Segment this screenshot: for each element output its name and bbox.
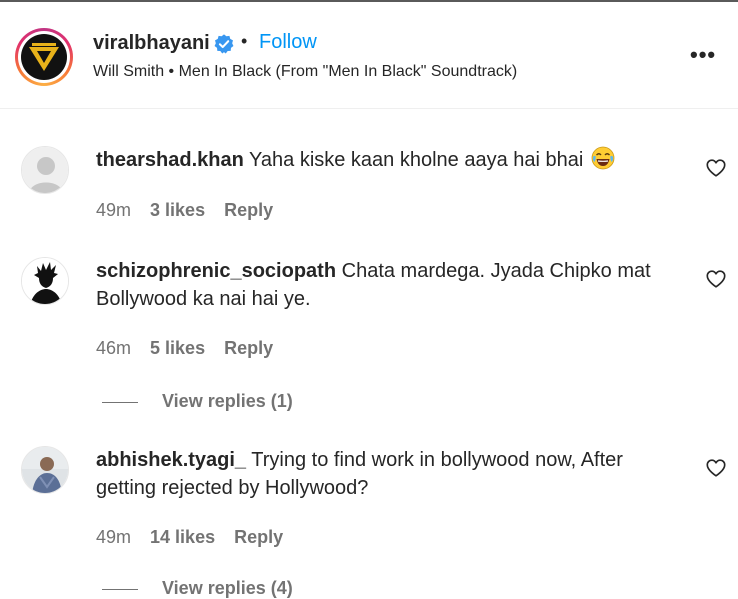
- comment-username[interactable]: thearshad.khan: [96, 149, 244, 171]
- commenter-avatar[interactable]: [21, 146, 69, 194]
- comment-meta: 49m 14 likes Reply: [96, 527, 297, 548]
- commenter-avatar[interactable]: [21, 257, 69, 305]
- comment-time: 49m: [96, 527, 132, 547]
- comment-body: Yaha kiske kaan kholne aaya hai bhai: [249, 149, 584, 171]
- comment-likes[interactable]: 3 likes: [150, 200, 205, 220]
- comment-meta: 46m 5 likes Reply: [96, 338, 287, 359]
- audio-attribution[interactable]: Will Smith • Men In Black (From "Men In …: [93, 63, 517, 81]
- like-heart-icon[interactable]: [705, 268, 727, 290]
- more-options-icon[interactable]: •••: [690, 42, 716, 68]
- view-replies-label: View replies (1): [162, 391, 293, 411]
- follow-button[interactable]: Follow: [259, 31, 317, 54]
- comment-text: thearshad.khan Yaha kiske kaan kholne aa…: [96, 146, 686, 174]
- separator-dot: •: [241, 31, 248, 51]
- comment-username[interactable]: abhishek.tyagi_: [96, 449, 246, 471]
- like-heart-icon[interactable]: [705, 157, 727, 179]
- verified-badge-icon: [214, 34, 234, 54]
- default-avatar-icon: [22, 147, 68, 193]
- view-replies-button[interactable]: View replies (4): [102, 578, 293, 599]
- comment-text: schizophrenic_sociopath Chata mardega. J…: [96, 257, 686, 313]
- comment-time: 46m: [96, 338, 132, 358]
- reply-button[interactable]: Reply: [224, 200, 273, 220]
- comment-time: 49m: [96, 200, 132, 220]
- replies-divider-line: [102, 588, 138, 590]
- photo-avatar-icon: [22, 447, 68, 493]
- view-replies-label: View replies (4): [162, 578, 293, 598]
- reply-button[interactable]: Reply: [224, 338, 273, 358]
- reply-button[interactable]: Reply: [234, 527, 283, 547]
- commenter-avatar[interactable]: [21, 446, 69, 494]
- profile-avatar[interactable]: [15, 28, 73, 86]
- comment-likes[interactable]: 14 likes: [150, 527, 215, 547]
- post-header: viralbhayani • Follow Will Smith • Men I…: [0, 2, 738, 109]
- post-username[interactable]: viralbhayani: [93, 32, 210, 55]
- replies-divider-line: [102, 401, 138, 403]
- comment-text: abhishek.tyagi_ Trying to find work in b…: [96, 446, 686, 502]
- view-replies-button[interactable]: View replies (1): [102, 391, 293, 412]
- viral-logo-icon: [21, 34, 67, 80]
- like-heart-icon[interactable]: [705, 457, 727, 479]
- comment-username[interactable]: schizophrenic_sociopath: [96, 260, 336, 282]
- comment-likes[interactable]: 5 likes: [150, 338, 205, 358]
- comment-meta: 49m 3 likes Reply: [96, 200, 287, 221]
- silhouette-avatar-icon: [22, 258, 68, 304]
- face-with-tears-of-joy-icon: [591, 146, 615, 170]
